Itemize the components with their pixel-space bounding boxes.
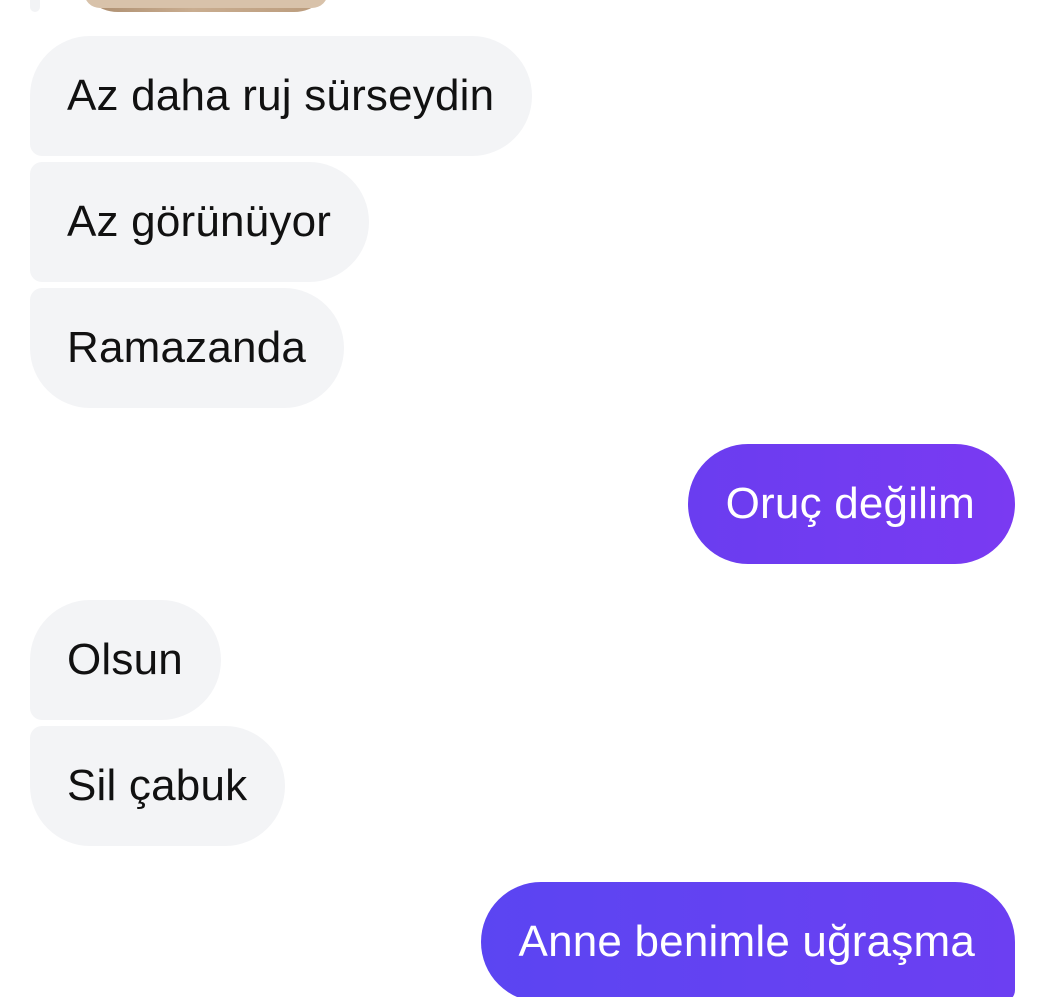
previous-photo-message[interactable]: [78, 0, 334, 12]
message-text: Az daha ruj sürseydin: [67, 71, 495, 120]
message-text: Oruç değilim: [725, 479, 975, 528]
incoming-message-bubble[interactable]: Ramazanda: [30, 288, 345, 408]
message-text: Ramazanda: [67, 323, 307, 372]
incoming-message-bubble[interactable]: Az daha ruj sürseydin: [30, 36, 533, 156]
outgoing-message-bubble[interactable]: Anne benimle uğraşma: [480, 882, 1015, 997]
message-text: Az görünüyor: [67, 197, 332, 246]
message-text: Sil çabuk: [67, 761, 248, 810]
thread-edge: [30, 0, 40, 12]
outgoing-message-bubble[interactable]: Oruç değilim: [687, 444, 1015, 564]
message-text: Anne benimle uğraşma: [518, 917, 975, 966]
incoming-message-bubble[interactable]: Olsun: [30, 600, 221, 720]
incoming-message-bubble[interactable]: Sil çabuk: [30, 726, 286, 846]
message-text: Olsun: [67, 635, 183, 684]
incoming-message-bubble[interactable]: Az görünüyor: [30, 162, 370, 282]
message-thread: Az daha ruj sürseydin Az görünüyor Ramaz…: [0, 0, 1040, 997]
